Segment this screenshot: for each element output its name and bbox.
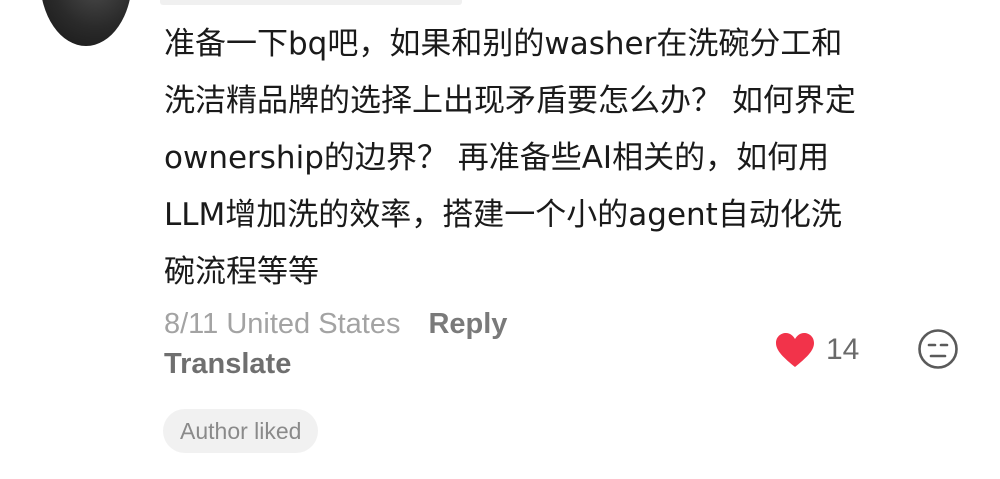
avatar[interactable] [40, 0, 132, 46]
comment-text: 准备一下bq吧，如果和别的washer在洗碗分工和 洗洁精品牌的选择上出现矛盾要… [164, 26, 856, 290]
comment-date-location: 8/11 United States [164, 307, 401, 340]
previous-comment-edge [160, 0, 462, 5]
like-button[interactable]: 14 [774, 326, 859, 374]
author-liked-badge: Author liked [163, 409, 319, 453]
reply-button[interactable]: Reply [428, 308, 507, 341]
unamused-face-icon[interactable] [917, 328, 959, 370]
like-count: 14 [826, 333, 860, 366]
heart-icon [776, 333, 814, 367]
comment-meta: 8/11 United States Reply [164, 302, 507, 346]
author-liked-label: Author liked [180, 417, 302, 444]
translate-button[interactable]: Translate [164, 348, 291, 381]
